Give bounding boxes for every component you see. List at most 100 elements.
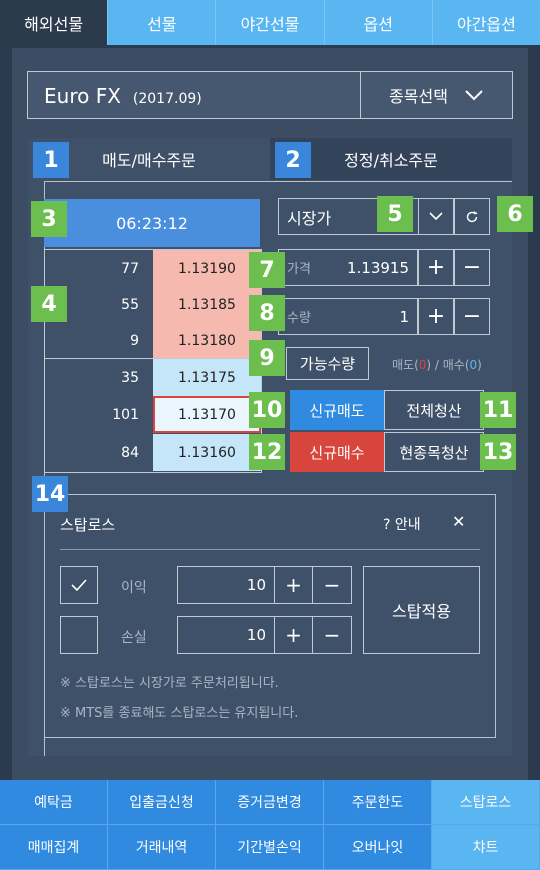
close-icon[interactable]: ✕ (452, 512, 465, 531)
orderbook-row[interactable]: 55 1.13185 (45, 286, 261, 323)
badge-7: 7 (249, 252, 285, 288)
available-buy-suffix: ) (477, 358, 482, 372)
loss-label: 손실 (121, 630, 147, 646)
loss-plus-button[interactable]: + (275, 617, 313, 653)
profit-minus-button[interactable]: − (313, 567, 351, 603)
badge-2: 2 (275, 142, 311, 178)
tab-futures[interactable]: 선물 (107, 0, 216, 45)
profit-label: 이익 (121, 580, 147, 596)
symbol-selector: Euro FX (2017.09) 종목선택 (27, 71, 513, 119)
orderbook-row[interactable]: 77 1.13190 (45, 250, 261, 287)
orderbook-row[interactable]: 35 1.13175 (45, 359, 261, 396)
orderbook-row[interactable]: 84 1.13160 (45, 434, 261, 471)
symbol-month: (2017.09) (132, 91, 202, 107)
available-qty-button[interactable]: 가능수량 (286, 347, 369, 380)
symbol-select-label: 종목선택 (389, 87, 448, 106)
badge-9: 9 (249, 340, 285, 376)
symbol-display: Euro FX (2017.09) (28, 72, 361, 118)
stoploss-divider (60, 549, 480, 550)
badge-6: 6 (497, 196, 533, 232)
bottom-menu: 예탁금 입출금신청 증거금변경 주문한도 스탑로스 매매집계 거래내역 기간별손… (0, 780, 540, 870)
bottom-menu-row: 예탁금 입출금신청 증거금변경 주문한도 스탑로스 (0, 780, 540, 825)
orderbook-qty: 101 (112, 406, 139, 423)
orderbook-price[interactable]: 1.13160 (153, 434, 261, 471)
quantity-input[interactable]: 수량 1 (278, 298, 418, 335)
tab-night-futures[interactable]: 야간선물 (215, 0, 324, 45)
menu-period-pnl[interactable]: 기간별손익 (216, 825, 324, 870)
badge-11: 11 (480, 392, 516, 428)
price-label: 가격 (287, 262, 311, 277)
orderbook-price[interactable]: 1.13185 (153, 286, 261, 323)
quantity-label: 수량 (287, 311, 311, 326)
liquidate-all-button[interactable]: 전체청산 (384, 390, 484, 430)
orderbook-price[interactable]: 1.13175 (153, 359, 261, 396)
check-icon (71, 579, 87, 592)
loss-checkbox[interactable] (60, 616, 98, 654)
chevron-down-icon (465, 90, 483, 101)
menu-deposit[interactable]: 예탁금 (0, 780, 108, 825)
profit-checkbox[interactable] (60, 566, 98, 604)
price-input[interactable]: 가격 1.13915 (278, 249, 418, 286)
orderbook-price[interactable]: 1.13190 (153, 250, 261, 287)
liquidate-current-button[interactable]: 현종목청산 (384, 432, 484, 472)
quantity-plus-button[interactable]: + (418, 298, 454, 335)
bottom-menu-row: 매매집계 거래내역 기간별손익 오버나잇 챠트 (0, 825, 540, 870)
symbol-select-button[interactable]: 종목선택 (361, 72, 512, 118)
tab-overseas-futures[interactable]: 해외선물 (0, 0, 108, 45)
orderbook-qty: 35 (121, 369, 139, 386)
orderbook-row[interactable]: 101 1.13170 (45, 396, 261, 433)
order-type-label: 시장가 (287, 208, 332, 228)
stoploss-note: ※ 스탑로스는 시장가로 주문처리됩니다. (60, 676, 279, 691)
menu-transfer-request[interactable]: 입출금신청 (108, 780, 216, 825)
menu-overnight[interactable]: 오버나잇 (324, 825, 432, 870)
menu-order-limit[interactable]: 주문한도 (324, 780, 432, 825)
symbol-name: Euro FX (44, 84, 121, 108)
price-value: 1.13915 (346, 258, 409, 277)
refresh-button[interactable] (454, 198, 490, 235)
orderbook-row[interactable]: 9 1.13180 (45, 322, 261, 359)
stoploss-note: ※ MTS를 종료해도 스탑로스는 유지됩니다. (60, 706, 299, 721)
stoploss-guide-button[interactable]: ? 안내 (383, 514, 421, 534)
new-sell-button[interactable]: 신규매도 (290, 390, 384, 430)
order-type-dropdown-button[interactable] (418, 198, 454, 235)
quantity-value: 1 (399, 307, 409, 326)
refresh-icon (466, 210, 478, 222)
loss-value[interactable]: 10 (178, 617, 275, 653)
menu-stoploss[interactable]: 스탑로스 (432, 780, 540, 825)
tab-options[interactable]: 옵션 (323, 0, 432, 45)
top-tab-bar: 해외선물 선물 야간선물 옵션 야간옵션 (0, 0, 540, 45)
chevron-down-icon (429, 212, 443, 221)
badge-3: 3 (31, 201, 67, 237)
loss-minus-button[interactable]: − (313, 617, 351, 653)
menu-trade-summary[interactable]: 매매집계 (0, 825, 108, 870)
profit-plus-button[interactable]: + (275, 567, 313, 603)
loss-input[interactable]: 10 + − (177, 616, 352, 654)
server-time: 06:23:12 (44, 199, 260, 247)
badge-12: 12 (249, 434, 285, 470)
stoploss-apply-button[interactable]: 스탑적용 (363, 566, 480, 654)
menu-margin-change[interactable]: 증거금변경 (216, 780, 324, 825)
price-plus-button[interactable]: + (418, 249, 454, 286)
badge-10: 10 (249, 392, 285, 428)
badge-13: 13 (480, 434, 516, 470)
menu-chart[interactable]: 챠트 (432, 825, 540, 870)
quantity-minus-button[interactable]: − (454, 298, 490, 335)
profit-input[interactable]: 10 + − (177, 566, 352, 604)
badge-4: 4 (31, 286, 67, 322)
profit-value[interactable]: 10 (178, 567, 275, 603)
orderbook-qty: 77 (121, 260, 139, 277)
orderbook-qty: 84 (121, 444, 139, 461)
orderbook-qty: 9 (130, 332, 139, 349)
badge-8: 8 (249, 295, 285, 331)
orderbook-current-price[interactable]: 1.13170 (153, 396, 261, 433)
tab-night-options[interactable]: 야간옵션 (431, 0, 540, 45)
menu-trade-history[interactable]: 거래내역 (108, 825, 216, 870)
available-sell-prefix: 매도( (392, 358, 419, 372)
price-minus-button[interactable]: − (454, 249, 490, 286)
new-buy-button[interactable]: 신규매수 (290, 432, 384, 472)
stoploss-title: 스탑로스 (60, 516, 116, 534)
available-sell-suffix: ) / 매수( (426, 358, 470, 372)
badge-1: 1 (33, 142, 69, 178)
orderbook-price[interactable]: 1.13180 (153, 322, 261, 359)
available-info: 매도(0) / 매수(0) (392, 356, 482, 373)
